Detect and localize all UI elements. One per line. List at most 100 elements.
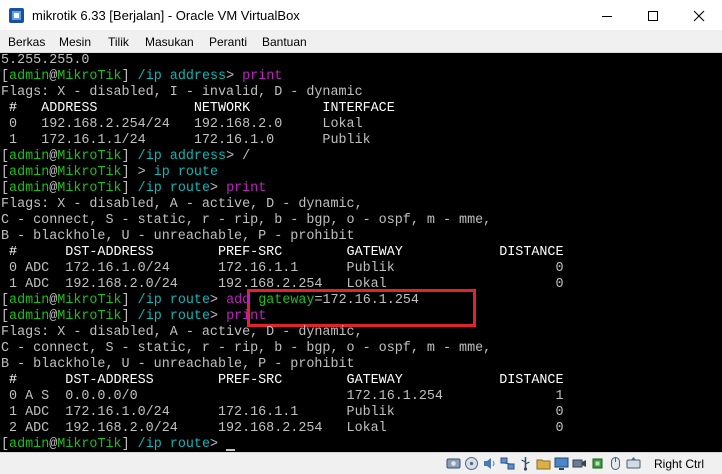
mouse-integration-icon[interactable] bbox=[608, 456, 623, 471]
terminal-text: admin bbox=[9, 309, 50, 324]
terminal-text: [ bbox=[1, 293, 10, 308]
terminal-text: MikroTik bbox=[57, 149, 122, 164]
terminal-line: [admin@MikroTik] /ip address> print bbox=[1, 69, 282, 85]
terminal-text: C - connect, S - static, r - rip, b - bg… bbox=[1, 341, 492, 356]
terminal-text: B - blackhole, U - unreachable, P - proh… bbox=[1, 229, 355, 244]
terminal-text: print bbox=[226, 309, 267, 324]
minimize-icon bbox=[602, 15, 612, 17]
terminal-text: /ip address bbox=[137, 149, 227, 164]
terminal-text: > / bbox=[226, 149, 251, 164]
terminal-line: C - connect, S - static, r - rip, b - bg… bbox=[1, 341, 491, 357]
minimize-button[interactable] bbox=[584, 0, 630, 31]
terminal-text: 5.255.255.0 bbox=[1, 53, 90, 68]
terminal-text: # ADDRESS NETWORK INTERFACE bbox=[1, 101, 395, 116]
terminal-line: # ADDRESS NETWORK INTERFACE bbox=[1, 101, 395, 117]
terminal-line: # DST-ADDRESS PREF-SRC GATEWAY DISTANCE bbox=[1, 245, 564, 261]
terminal-text: 1 172.16.1.1/24 172.16.1.0 Publik bbox=[1, 133, 371, 148]
terminal-text: /ip route bbox=[137, 437, 210, 452]
terminal-line: # DST-ADDRESS PREF-SRC GATEWAY DISTANCE bbox=[1, 373, 563, 389]
shared-folders-icon[interactable] bbox=[536, 456, 551, 471]
menu-berkas[interactable]: Berkas bbox=[8, 35, 45, 49]
terminal-text: C - connect, S - static, r - rip, b - bg… bbox=[1, 213, 492, 228]
terminal-line: [admin@MikroTik] /ip route> bbox=[1, 437, 236, 452]
optical-drive-icon[interactable] bbox=[464, 456, 479, 471]
terminal-text: 0 ADC 172.16.1.0/24 172.16.1.1 Publik 0 bbox=[1, 261, 564, 276]
terminal-text: [ bbox=[1, 309, 10, 324]
terminal-text: ip route bbox=[153, 165, 219, 180]
terminal-line: 2 ADC 192.168.2.0/24 192.168.2.254 Lokal… bbox=[1, 421, 563, 437]
terminal-text: ] bbox=[121, 437, 138, 452]
terminal-screen[interactable]: 5.255.255.0 [admin@MikroTik] /ip address>… bbox=[0, 53, 722, 452]
menu-peranti[interactable]: Peranti bbox=[209, 35, 247, 49]
cpu-icon[interactable] bbox=[590, 456, 605, 471]
terminal-text: = bbox=[314, 293, 323, 308]
terminal-text: ] bbox=[121, 293, 138, 308]
menu-mesin[interactable]: Mesin bbox=[59, 35, 91, 49]
terminal-text: > bbox=[209, 309, 227, 324]
terminal-text: > bbox=[209, 293, 227, 308]
terminal-line: 0 ADC 172.16.1.0/24 172.16.1.1 Publik 0 bbox=[1, 261, 564, 277]
terminal-line: 1 172.16.1.1/24 172.16.1.0 Publik bbox=[1, 133, 371, 149]
terminal-text: > bbox=[209, 437, 227, 452]
terminal-line: Flags: X - disabled, A - active, D - dyn… bbox=[1, 197, 363, 213]
audio-icon[interactable] bbox=[482, 456, 497, 471]
terminal-text: B - blackhole, U - unreachable, P - proh… bbox=[1, 357, 355, 372]
window-title: mikrotik 6.33 [Berjalan] - Oracle VM Vir… bbox=[32, 8, 300, 23]
menu-tilik[interactable]: Tilik bbox=[108, 35, 129, 49]
terminal-text: [ bbox=[1, 181, 10, 196]
terminal-text: 172.16.1.254 bbox=[322, 293, 419, 308]
terminal-line: 0 A S 0.0.0.0/0 172.16.1.254 1 bbox=[1, 389, 564, 405]
usb-icon[interactable] bbox=[518, 456, 533, 471]
network-icon[interactable] bbox=[500, 456, 515, 471]
terminal-text: ] bbox=[121, 69, 138, 84]
terminal-text: admin bbox=[9, 149, 50, 164]
terminal-text: 1 ADC 192.168.2.0/24 192.168.2.254 Lokal… bbox=[1, 277, 564, 292]
text-cursor bbox=[226, 449, 236, 451]
terminal-text: MikroTik bbox=[57, 165, 122, 180]
terminal-text: MikroTik bbox=[57, 437, 122, 452]
terminal-text: ] > bbox=[121, 165, 154, 180]
menu-bar: Berkas Mesin Tilik Masukan Peranti Bantu… bbox=[0, 31, 722, 53]
terminal-line: 1 ADC 192.168.2.0/24 192.168.2.254 Lokal… bbox=[1, 277, 564, 293]
terminal-line: Flags: X - disabled, A - active, D - dyn… bbox=[1, 325, 363, 341]
terminal-line: [admin@MikroTik] > ip route bbox=[1, 165, 218, 181]
title-bar: mikrotik 6.33 [Berjalan] - Oracle VM Vir… bbox=[0, 0, 722, 31]
video-capture-icon[interactable] bbox=[572, 456, 587, 471]
terminal-text: gateway bbox=[258, 293, 315, 308]
maximize-button[interactable] bbox=[630, 0, 676, 31]
terminal-text: /ip route bbox=[137, 293, 210, 308]
terminal-text: print bbox=[226, 181, 267, 196]
terminal-text: [ bbox=[1, 437, 10, 452]
keyboard-arrow-icon[interactable] bbox=[626, 456, 641, 471]
display-icon[interactable] bbox=[554, 456, 569, 471]
terminal-line: [admin@MikroTik] /ip address> / bbox=[1, 149, 250, 165]
terminal-text: 1 ADC 172.16.1.0/24 172.16.1.1 Publik 0 bbox=[1, 405, 564, 420]
terminal-text: admin bbox=[9, 437, 50, 452]
terminal-line: B - blackhole, U - unreachable, P - proh… bbox=[1, 229, 355, 245]
hard-disk-icon[interactable] bbox=[446, 456, 461, 471]
terminal-line: 0 192.168.2.254/24 192.168.2.0 Lokal bbox=[1, 117, 363, 133]
terminal-line: 1 ADC 172.16.1.0/24 172.16.1.1 Publik 0 bbox=[1, 405, 564, 421]
virtualbox-icon bbox=[9, 8, 24, 23]
terminal-text: admin bbox=[9, 69, 50, 84]
terminal-line: [admin@MikroTik] /ip route> print bbox=[1, 309, 266, 325]
terminal-text: admin bbox=[9, 165, 50, 180]
menu-bantuan[interactable]: Bantuan bbox=[262, 35, 307, 49]
terminal-text: add bbox=[226, 293, 259, 308]
terminal-text: [ bbox=[1, 149, 10, 164]
terminal-text: Flags: X - disabled, A - active, D - dyn… bbox=[1, 197, 363, 212]
terminal-text: 0 A S 0.0.0.0/0 172.16.1.254 1 bbox=[1, 389, 564, 404]
terminal-text: /ip route bbox=[137, 309, 210, 324]
close-icon bbox=[693, 10, 705, 21]
terminal-text: [ bbox=[1, 165, 10, 180]
terminal-text: 0 192.168.2.254/24 192.168.2.0 Lokal bbox=[1, 117, 363, 132]
menu-masukan[interactable]: Masukan bbox=[145, 35, 194, 49]
terminal-text: # DST-ADDRESS PREF-SRC GATEWAY DISTANCE bbox=[1, 245, 564, 260]
maximize-icon bbox=[648, 10, 658, 21]
terminal-line: [admin@MikroTik] /ip route> print bbox=[1, 181, 266, 197]
terminal-text: ] bbox=[121, 309, 138, 324]
close-button[interactable] bbox=[676, 0, 722, 31]
terminal-line: B - blackhole, U - unreachable, P - proh… bbox=[1, 357, 355, 373]
terminal-line: C - connect, S - static, r - rip, b - bg… bbox=[1, 213, 491, 229]
terminal-text: admin bbox=[9, 293, 50, 308]
